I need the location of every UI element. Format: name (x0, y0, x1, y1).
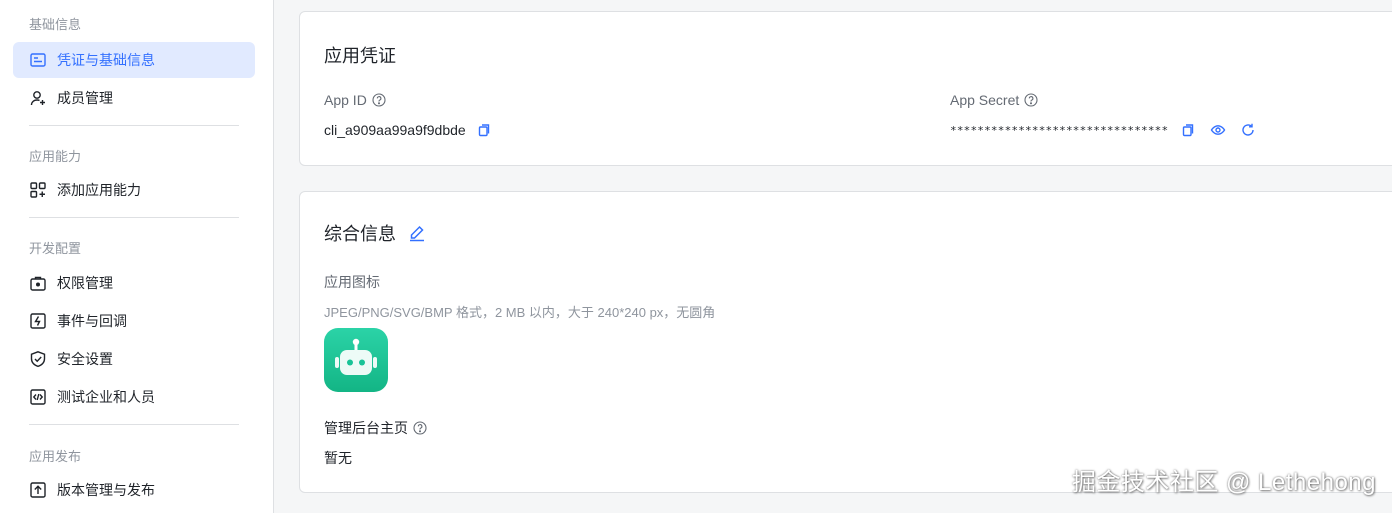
sidebar-item-members[interactable]: 成员管理 (13, 80, 255, 116)
sidebar-item-label: 成员管理 (57, 90, 113, 106)
admin-home-label: 管理后台主页 (324, 418, 427, 438)
app-id-value: cli_a909aa99a9f9dbde (324, 122, 492, 138)
sidebar-item-security[interactable]: 安全设置 (13, 341, 255, 377)
sidebar-group-basic: 基础信息 (29, 17, 82, 32)
sidebar-group-capability: 应用能力 (29, 149, 82, 164)
sidebar-group-release: 应用发布 (29, 449, 82, 464)
edit-icon[interactable] (408, 224, 426, 242)
sidebar-item-label: 事件与回调 (57, 313, 127, 329)
copy-icon[interactable] (476, 122, 492, 138)
refresh-icon[interactable] (1240, 122, 1256, 138)
sidebar-item-add-capability[interactable]: 添加应用能力 (13, 172, 255, 208)
sidebar-item-label: 版本管理与发布 (57, 482, 155, 498)
permission-icon (29, 274, 47, 292)
general-info-header: 综合信息 (324, 220, 426, 246)
sidebar: 基础信息 凭证与基础信息 成员管理 应用能力 添加应用能力 开发配置 权限管理 … (0, 0, 274, 513)
sidebar-item-release[interactable]: 版本管理与发布 (13, 472, 255, 508)
upload-icon (29, 481, 47, 499)
credentials-card: 应用凭证 App ID cli_a909aa99a9f9dbde App Sec… (299, 11, 1392, 166)
sidebar-item-test-tenant[interactable]: 测试企业和人员 (13, 379, 255, 415)
watermark: 掘金技术社区 @ Lethehong (1071, 469, 1376, 496)
code-test-icon (29, 388, 47, 406)
sidebar-divider (29, 125, 239, 126)
sidebar-item-label: 凭证与基础信息 (57, 52, 155, 68)
help-icon[interactable] (413, 421, 427, 435)
help-icon[interactable] (372, 93, 386, 107)
sidebar-item-label: 安全设置 (57, 351, 113, 367)
credentials-title: 应用凭证 (324, 46, 396, 66)
sidebar-item-label: 测试企业和人员 (57, 389, 155, 405)
sidebar-group-dev-config: 开发配置 (29, 241, 82, 256)
shield-icon (29, 350, 47, 368)
credential-icon (29, 51, 47, 69)
copy-icon[interactable] (1180, 122, 1196, 138)
sidebar-item-label: 权限管理 (57, 275, 113, 291)
app-secret-label-text: App Secret (950, 92, 1020, 108)
app-id-label-text: App ID (324, 92, 367, 108)
admin-home-label-text: 管理后台主页 (324, 420, 408, 436)
robot-icon (335, 338, 377, 375)
event-icon (29, 312, 47, 330)
help-icon[interactable] (1024, 93, 1038, 107)
sidebar-divider (29, 424, 239, 425)
app-grid-add-icon (29, 181, 47, 199)
sidebar-item-credentials[interactable]: 凭证与基础信息 (13, 42, 255, 78)
app-icon-hint: JPEG/PNG/SVG/BMP 格式，2 MB 以内，大于 240*240 p… (324, 305, 716, 320)
app-id-text: cli_a909aa99a9f9dbde (324, 122, 466, 138)
general-info-card: 综合信息 应用图标 JPEG/PNG/SVG/BMP 格式，2 MB 以内，大于… (299, 191, 1392, 493)
sidebar-divider (29, 217, 239, 218)
app-root: 基础信息 凭证与基础信息 成员管理 应用能力 添加应用能力 开发配置 权限管理 … (0, 0, 1392, 513)
sidebar-item-permissions[interactable]: 权限管理 (13, 265, 255, 301)
eye-icon[interactable] (1210, 122, 1226, 138)
user-add-icon (29, 89, 47, 107)
app-secret-value: ******************************** (950, 122, 1256, 138)
general-info-title: 综合信息 (324, 224, 396, 244)
app-secret-masked: ******************************** (950, 123, 1169, 137)
app-secret-label: App Secret (950, 92, 1038, 108)
sidebar-item-events[interactable]: 事件与回调 (13, 303, 255, 339)
sidebar-item-label: 添加应用能力 (57, 182, 141, 198)
app-icon-label: 应用图标 (324, 274, 380, 290)
app-id-label: App ID (324, 92, 386, 108)
admin-home-value: 暂无 (324, 450, 352, 466)
app-icon-image[interactable] (324, 328, 388, 392)
